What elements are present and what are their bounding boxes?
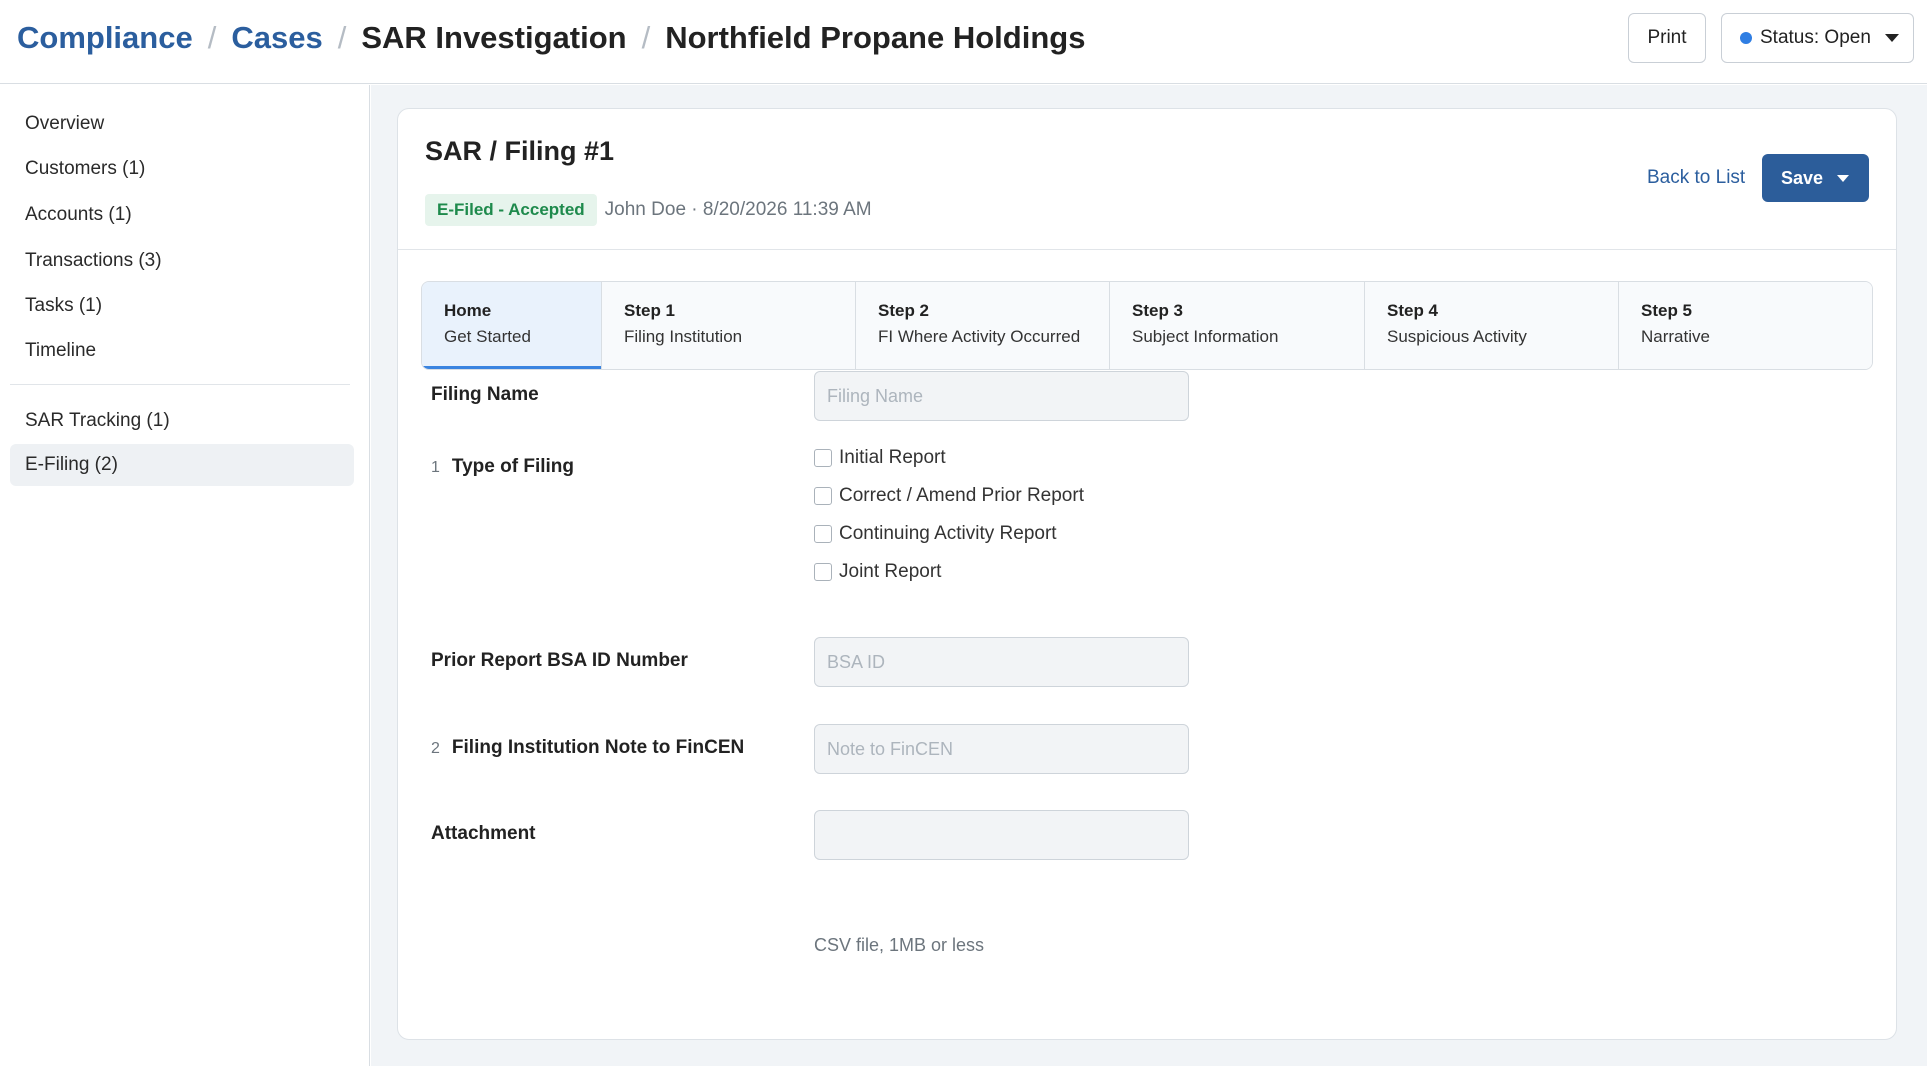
print-button[interactable]: Print: [1628, 13, 1706, 63]
breadcrumb-separator: /: [337, 20, 347, 55]
sidebar-item-tasks[interactable]: Tasks (1): [10, 285, 354, 327]
card-header: SAR / Filing #1 E-Filed - Accepted John …: [398, 109, 1896, 250]
prior-bsa-label: Prior Report BSA ID Number: [431, 650, 688, 671]
note-to-fincen-label: 2 Filing Institution Note to FinCEN: [431, 737, 744, 759]
checkbox-label: Correct / Amend Prior Report: [839, 485, 1084, 506]
tab-step-2[interactable]: Step 2 FI Where Activity Occurred: [856, 282, 1110, 369]
card-title: SAR / Filing #1: [425, 136, 615, 166]
checkbox-label: Continuing Activity Report: [839, 523, 1057, 544]
breadcrumb-separator: /: [641, 20, 651, 55]
tab-step-3[interactable]: Step 3 Subject Information: [1110, 282, 1365, 369]
tab-step-number: Step 5: [1641, 301, 1693, 320]
checkbox-joint-report[interactable]: Joint Report: [814, 561, 941, 583]
attachment-file-input[interactable]: [814, 810, 1189, 860]
filing-author-date: John Doe · 8/20/2026 11:39 AM: [604, 199, 872, 220]
status-dot-icon: [1740, 32, 1752, 44]
filing-name-label: Filing Name: [431, 384, 539, 405]
tab-step-name: Suspicious Activity: [1387, 327, 1527, 346]
sidebar: Overview Customers (1) Accounts (1) Tran…: [0, 85, 370, 1066]
breadcrumb: Compliance / Cases / SAR Investigation /…: [17, 20, 1085, 56]
note-to-fincen-input[interactable]: [814, 724, 1189, 774]
checkbox[interactable]: [814, 449, 832, 467]
sidebar-item-e-filing[interactable]: E-Filing (2): [10, 444, 354, 486]
checkbox-label: Initial Report: [839, 447, 946, 468]
status-badge: E-Filed - Accepted: [425, 194, 597, 226]
sidebar-item-sar-tracking[interactable]: SAR Tracking (1): [10, 400, 354, 442]
attachment-help-text: CSV file, 1MB or less: [814, 935, 985, 955]
step-tabs: Home Get Started Step 1 Filing Instituti…: [421, 281, 1873, 370]
tab-step-name: FI Where Activity Occurred: [878, 327, 1081, 346]
tab-step-1[interactable]: Step 1 Filing Institution: [602, 282, 856, 369]
checkbox-continuing-activity[interactable]: Continuing Activity Report: [814, 523, 1057, 545]
field-number: 2: [431, 740, 440, 757]
chevron-down-icon: [1837, 174, 1850, 182]
top-bar: Compliance / Cases / SAR Investigation /…: [0, 0, 1927, 84]
filing-card: SAR / Filing #1 E-Filed - Accepted John …: [397, 108, 1897, 1040]
note-to-fincen-text: Filing Institution Note to FinCEN: [451, 737, 745, 758]
checkbox[interactable]: [814, 525, 832, 543]
tab-step-number: Step 2: [878, 301, 930, 320]
sidebar-divider: [10, 384, 350, 385]
page-title: Northfield Propane Holdings: [665, 20, 1086, 55]
tab-step-number: Step 1: [624, 301, 676, 320]
checkbox[interactable]: [814, 487, 832, 505]
sidebar-item-accounts[interactable]: Accounts (1): [10, 194, 354, 236]
tab-home[interactable]: Home Get Started: [422, 282, 602, 369]
status-dropdown-button[interactable]: Status: Open: [1721, 13, 1914, 63]
sidebar-item-customers[interactable]: Customers (1): [10, 148, 354, 190]
breadcrumb-cases[interactable]: Cases: [231, 20, 322, 56]
filing-meta: E-Filed - Accepted John Doe · 8/20/2026 …: [425, 194, 872, 226]
sidebar-item-transactions[interactable]: Transactions (3): [10, 240, 354, 282]
checkbox-label: Joint Report: [839, 561, 942, 582]
checkbox-correct-amend[interactable]: Correct / Amend Prior Report: [814, 485, 1084, 507]
attachment-label: Attachment: [431, 823, 536, 844]
type-of-filing-text: Type of Filing: [451, 456, 574, 477]
sidebar-item-timeline[interactable]: Timeline: [10, 330, 354, 372]
back-to-list-link[interactable]: Back to List: [1647, 167, 1745, 189]
breadcrumb-compliance[interactable]: Compliance: [17, 20, 193, 56]
tab-step-name: Subject Information: [1132, 327, 1279, 346]
tab-step-name: Get Started: [444, 327, 531, 346]
tab-step-4[interactable]: Step 4 Suspicious Activity: [1365, 282, 1619, 369]
sidebar-item-overview[interactable]: Overview: [10, 103, 354, 145]
save-label: Save: [1781, 167, 1824, 188]
checkbox[interactable]: [814, 563, 832, 581]
tab-step-number: Step 3: [1132, 301, 1184, 320]
breadcrumb-separator: /: [207, 20, 217, 55]
bsa-id-input[interactable]: [814, 637, 1189, 687]
save-button[interactable]: Save: [1762, 154, 1869, 202]
main-content: SAR / Filing #1 E-Filed - Accepted John …: [371, 85, 1927, 1066]
tab-step-number: Home: [444, 301, 492, 320]
tab-step-number: Step 4: [1387, 301, 1439, 320]
status-label: Status: Open: [1760, 27, 1871, 48]
checkbox-initial-report[interactable]: Initial Report: [814, 447, 946, 469]
tab-step-5[interactable]: Step 5 Narrative: [1619, 282, 1872, 369]
tab-step-name: Narrative: [1641, 327, 1710, 346]
field-number: 1: [431, 459, 440, 476]
chevron-down-icon: [1884, 34, 1899, 42]
tab-step-name: Filing Institution: [624, 327, 743, 346]
filing-name-input[interactable]: [814, 371, 1189, 421]
type-of-filing-label: 1 Type of Filing: [431, 456, 574, 478]
breadcrumb-sar-investigation: SAR Investigation: [361, 20, 627, 55]
